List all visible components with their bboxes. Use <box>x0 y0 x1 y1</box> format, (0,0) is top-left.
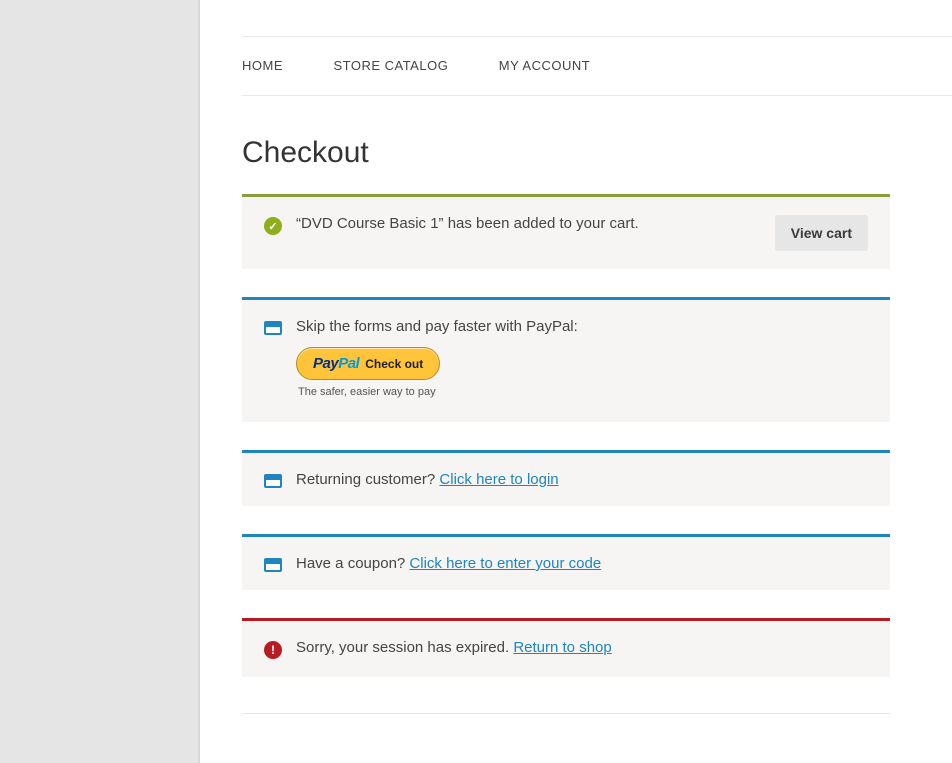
nav-home[interactable]: HOME <box>242 58 283 73</box>
paypal-checkout-button[interactable]: PayPal Check out <box>296 347 440 380</box>
login-prefix: Returning customer? <box>296 471 439 488</box>
notice-session-expired: Sorry, your session has expired. Return … <box>242 618 890 677</box>
check-icon <box>264 217 282 235</box>
notice-text: “DVD Course Basic 1” has been added to y… <box>296 215 775 232</box>
coupon-prefix: Have a coupon? <box>296 555 409 572</box>
notice-added-to-cart: “DVD Course Basic 1” has been added to y… <box>242 194 890 269</box>
window-icon <box>264 558 282 572</box>
return-to-shop-link[interactable]: Return to shop <box>513 639 611 656</box>
notice-returning-customer: Returning customer? Click here to login <box>242 450 890 506</box>
sidebar-gutter <box>0 0 200 763</box>
page-title: Checkout <box>242 136 952 170</box>
nav-store-catalog[interactable]: STORE CATALOG <box>333 58 448 73</box>
coupon-link[interactable]: Click here to enter your code <box>409 555 601 572</box>
paypal-prompt: Skip the forms and pay faster with PayPa… <box>296 318 868 335</box>
divider <box>242 713 890 714</box>
error-prefix: Sorry, your session has expired. <box>296 639 513 656</box>
view-cart-button[interactable]: View cart <box>775 215 868 251</box>
error-icon <box>264 641 282 659</box>
main-nav: HOME STORE CATALOG MY ACCOUNT <box>242 36 952 96</box>
notice-paypal: Skip the forms and pay faster with PayPa… <box>242 297 890 422</box>
nav-my-account[interactable]: MY ACCOUNT <box>499 58 590 73</box>
login-link[interactable]: Click here to login <box>439 471 558 488</box>
paypal-checkout-label: Check out <box>365 357 423 371</box>
paypal-tagline: The safer, easier way to pay <box>298 386 868 398</box>
notice-coupon: Have a coupon? Click here to enter your … <box>242 534 890 590</box>
window-icon <box>264 321 282 335</box>
window-icon <box>264 474 282 488</box>
paypal-logo: PayPal <box>313 355 359 372</box>
